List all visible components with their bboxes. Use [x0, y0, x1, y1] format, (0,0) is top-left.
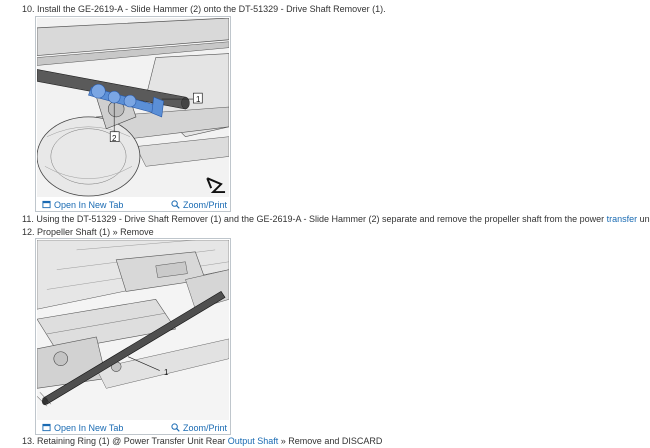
open-in-new-tab-link[interactable]: Open In New Tab: [42, 200, 123, 210]
open-in-new-tab-link[interactable]: Open In New Tab: [42, 423, 123, 433]
open-in-new-tab-label: Open In New Tab: [54, 199, 124, 210]
callout-1: 1: [196, 95, 201, 104]
step-text-end: unit.: [639, 214, 650, 224]
step-13: 13. Retaining Ring (1) @ Power Transfer …: [22, 436, 382, 447]
step-number: 10.: [22, 4, 35, 14]
transfer-link[interactable]: transfer: [607, 214, 638, 224]
zoom-print-link[interactable]: Zoom/Print: [171, 200, 227, 210]
callout-2: 2: [112, 134, 117, 143]
figure-toolbar: Open In New Tab Zoom/Print: [36, 198, 230, 211]
step-number: 12.: [22, 227, 35, 237]
step-text: Using the DT-51329 - Drive Shaft Remover…: [36, 214, 607, 224]
figure-illustration: 1: [37, 240, 229, 420]
step-10: 10. Install the GE-2619-A - Slide Hammer…: [22, 4, 386, 15]
figure-illustration: 1 2: [37, 18, 229, 197]
open-in-new-tab-label: Open In New Tab: [54, 422, 124, 433]
step-text-end: » Remove and DISCARD: [278, 436, 383, 446]
zoom-print-label: Zoom/Print: [182, 422, 227, 433]
propeller-shaft-illustration: [37, 240, 229, 420]
zoom-print-label: Zoom/Print: [182, 199, 227, 210]
step-number: 11.: [22, 214, 34, 224]
figure-propeller-shaft: 1 Open In New Tab Zoom/Print: [35, 238, 231, 435]
drive-shaft-remover-illustration: [37, 18, 229, 197]
step-11: 11. Using the DT-51329 - Drive Shaft Rem…: [22, 214, 650, 225]
figure-slide-hammer: 1 2 Open In New Tab Zoom/Print: [35, 16, 231, 212]
step-text: Install the GE-2619-A - Slide Hammer (2)…: [37, 4, 386, 14]
step-text: Propeller Shaft (1) » Remove: [37, 227, 154, 237]
zoom-magnifier-icon: [171, 423, 180, 432]
zoom-magnifier-icon: [171, 200, 180, 209]
output-shaft-link[interactable]: Output Shaft: [228, 436, 279, 446]
figure-toolbar: Open In New Tab Zoom/Print: [36, 421, 230, 434]
open-in-new-tab-icon: [42, 423, 51, 432]
step-text: Retaining Ring (1) @ Power Transfer Unit…: [37, 436, 228, 446]
zoom-print-link[interactable]: Zoom/Print: [171, 423, 227, 433]
callout-1: 1: [164, 368, 169, 377]
step-number: 13.: [22, 436, 35, 446]
step-12: 12. Propeller Shaft (1) » Remove: [22, 227, 154, 238]
open-in-new-tab-icon: [42, 200, 51, 209]
